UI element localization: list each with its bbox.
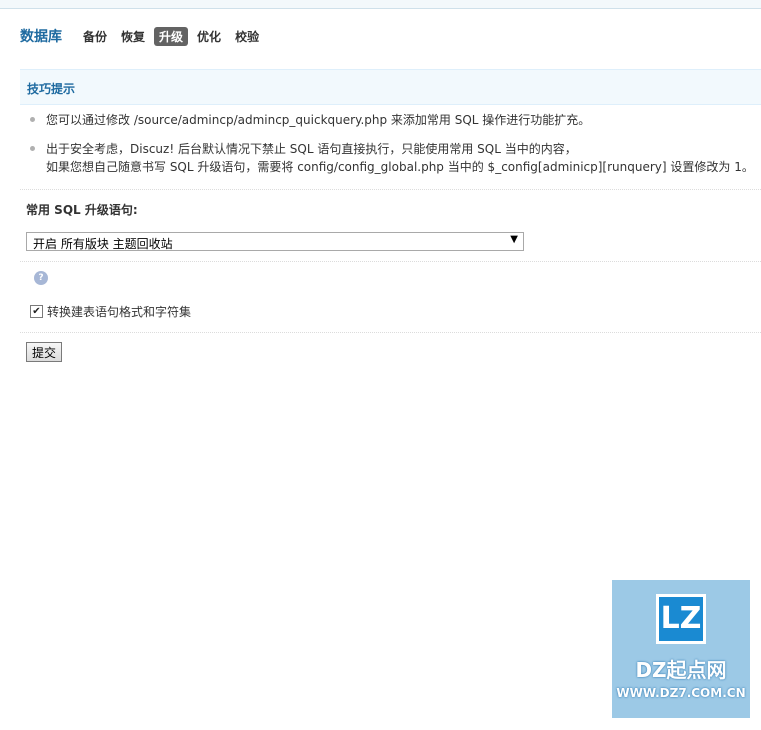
divider: [20, 332, 761, 333]
top-bar: [0, 0, 761, 9]
watermark-url: WWW.DZ7.COM.CN: [616, 686, 746, 700]
tips-heading: 技巧提示: [27, 82, 76, 96]
logo-letters: LZ: [660, 601, 702, 636]
tab-optimize[interactable]: 优化: [192, 27, 226, 46]
tab-backup[interactable]: 备份: [78, 27, 112, 46]
tip-text: 如果您想自己随意书写 SQL 升级语句，需要将 config/config_gl…: [46, 160, 754, 174]
sql-select-label: 常用 SQL 升级语句:: [26, 203, 138, 217]
tab-upgrade[interactable]: 升级: [154, 26, 189, 46]
convert-charset-checkbox[interactable]: ✔: [30, 305, 43, 318]
bullet-icon: [30, 146, 35, 151]
page-title: 数据库: [20, 29, 62, 45]
question-bubble-icon[interactable]: ?: [34, 271, 48, 285]
submit-button[interactable]: 提交: [26, 342, 62, 362]
select-value: 开启 所有版块 主题回收站: [33, 237, 173, 251]
page-nav: 数据库 备份 恢复 升级 优化 校验: [20, 26, 268, 46]
divider: [20, 261, 761, 262]
sql-upgrade-select[interactable]: 开启 所有版块 主题回收站 ▼: [26, 232, 524, 251]
tips-header: 技巧提示: [20, 69, 761, 105]
dropdown-arrow-icon: ▼: [510, 234, 518, 245]
watermark-name: DZ起点网: [635, 658, 727, 682]
watermark-logo: LZ DZ起点网 WWW.DZ7.COM.CN: [612, 580, 750, 718]
tab-verify[interactable]: 校验: [230, 27, 264, 46]
convert-charset-checkbox-row[interactable]: ✔ 转换建表语句格式和字符集: [30, 303, 191, 320]
bullet-icon: [30, 117, 35, 122]
tip-item-continued: 如果您想自己随意书写 SQL 升级语句，需要将 config/config_gl…: [30, 158, 754, 176]
logo-square: LZ: [656, 594, 706, 644]
tip-item: 出于安全考虑，Discuz! 后台默认情况下禁止 SQL 语句直接执行，只能使用…: [30, 140, 577, 158]
tip-text: 出于安全考虑，Discuz! 后台默认情况下禁止 SQL 语句直接执行，只能使用…: [46, 142, 577, 156]
divider: [20, 189, 761, 190]
tip-text: 您可以通过修改 /source/admincp/admincp_quickque…: [46, 113, 591, 127]
checkbox-label: 转换建表语句格式和字符集: [47, 305, 192, 319]
tip-item: 您可以通过修改 /source/admincp/admincp_quickque…: [30, 111, 590, 129]
tab-restore[interactable]: 恢复: [116, 27, 150, 46]
